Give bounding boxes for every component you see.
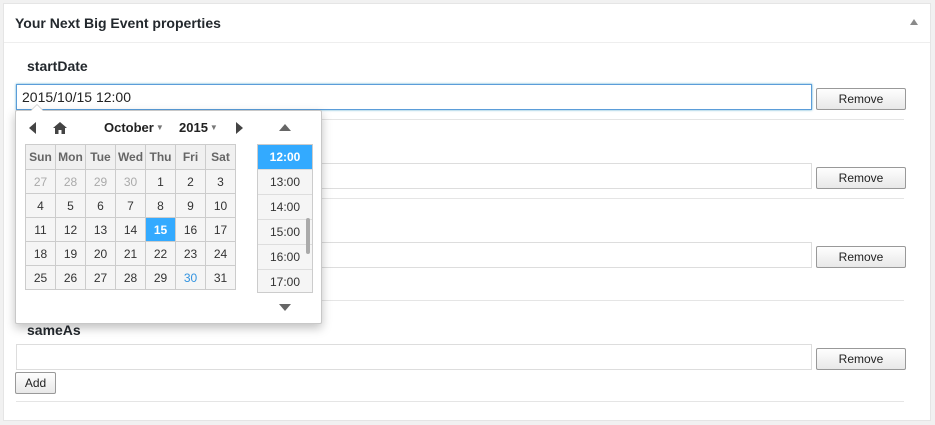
calendar-day[interactable]: 6 — [85, 193, 116, 218]
collapse-arrow-icon[interactable] — [910, 19, 918, 25]
weekday-header: Wed — [115, 144, 146, 170]
time-option-selected[interactable]: 12:00 — [258, 145, 312, 170]
week-row: 11 12 13 14 15 16 17 — [25, 217, 236, 242]
calendar-day[interactable]: 4 — [25, 193, 56, 218]
week-row: 4 5 6 7 8 9 10 — [25, 193, 236, 218]
week-row: 25 26 27 28 29 30 31 — [25, 265, 236, 290]
calendar-day-today[interactable]: 30 — [175, 265, 206, 290]
prev-month-icon[interactable] — [29, 122, 36, 134]
calendar-day[interactable]: 5 — [55, 193, 86, 218]
panel-title: Your Next Big Event properties — [15, 15, 221, 31]
week-row: 18 19 20 21 22 23 24 — [25, 241, 236, 266]
calendar-grid: Sun Mon Tue Wed Thu Fri Sat 27 28 29 30 … — [25, 144, 236, 290]
calendar-day[interactable]: 10 — [205, 193, 236, 218]
home-icon[interactable] — [53, 122, 67, 134]
calendar-day[interactable]: 31 — [205, 265, 236, 290]
next-month-icon[interactable] — [236, 122, 243, 134]
calendar-day[interactable]: 29 — [145, 265, 176, 290]
time-scrollbar[interactable] — [306, 218, 310, 254]
calendar-day[interactable]: 25 — [25, 265, 56, 290]
year-select[interactable]: 2015 ▼ — [179, 120, 218, 135]
calendar-day[interactable]: 23 — [175, 241, 206, 266]
calendar-day[interactable]: 11 — [25, 217, 56, 242]
chevron-down-icon: ▼ — [209, 123, 218, 132]
time-scroll-up-icon[interactable] — [279, 124, 291, 131]
calendar-day[interactable]: 7 — [115, 193, 146, 218]
weekday-header: Sat — [205, 144, 236, 170]
calendar-day[interactable]: 21 — [115, 241, 146, 266]
chevron-down-icon: ▼ — [155, 123, 164, 132]
calendar-day-selected[interactable]: 15 — [145, 217, 176, 242]
calendar-day[interactable]: 28 — [55, 169, 86, 194]
weekday-header: Sun — [25, 144, 56, 170]
sameas-remove-button[interactable]: Remove — [816, 348, 906, 370]
calendar-day[interactable]: 3 — [205, 169, 236, 194]
startdate-remove-button[interactable]: Remove — [816, 88, 906, 110]
calendar-day[interactable]: 18 — [25, 241, 56, 266]
weekday-row: Sun Mon Tue Wed Thu Fri Sat — [25, 144, 236, 170]
time-option[interactable]: 16:00 — [258, 245, 312, 270]
weekday-header: Mon — [55, 144, 86, 170]
calendar-day[interactable]: 16 — [175, 217, 206, 242]
divider — [16, 401, 904, 402]
calendar-day[interactable]: 30 — [115, 169, 146, 194]
time-option[interactable]: 14:00 — [258, 195, 312, 220]
datetime-picker: October ▼ 2015 ▼ Sun Mon Tue Wed Thu Fri S… — [15, 104, 322, 324]
calendar-day[interactable]: 22 — [145, 241, 176, 266]
calendar-day[interactable]: 24 — [205, 241, 236, 266]
add-button[interactable]: Add — [15, 372, 56, 394]
time-option[interactable]: 17:00 — [258, 270, 312, 292]
year-label: 2015 — [179, 120, 208, 135]
calendar-day[interactable]: 2 — [175, 169, 206, 194]
time-list[interactable]: 12:00 13:00 14:00 15:00 16:00 17:00 — [257, 144, 313, 293]
calendar-day[interactable]: 8 — [145, 193, 176, 218]
calendar-day[interactable]: 1 — [145, 169, 176, 194]
calendar-day[interactable]: 13 — [85, 217, 116, 242]
row2-remove-button[interactable]: Remove — [816, 167, 906, 189]
sameas-label: sameAs — [27, 322, 81, 338]
startdate-input[interactable] — [16, 84, 812, 110]
calendar-day[interactable]: 12 — [55, 217, 86, 242]
week-row: 27 28 29 30 1 2 3 — [25, 169, 236, 194]
panel-header[interactable]: Your Next Big Event properties — [4, 4, 930, 43]
calendar-day[interactable]: 14 — [115, 217, 146, 242]
calendar-day[interactable]: 29 — [85, 169, 116, 194]
calendar-day[interactable]: 27 — [85, 265, 116, 290]
calendar-day[interactable]: 20 — [85, 241, 116, 266]
calendar-day[interactable]: 28 — [115, 265, 146, 290]
calendar-day[interactable]: 27 — [25, 169, 56, 194]
time-option[interactable]: 13:00 — [258, 170, 312, 195]
time-option[interactable]: 15:00 — [258, 220, 312, 245]
calendar-day[interactable]: 9 — [175, 193, 206, 218]
calendar-day[interactable]: 26 — [55, 265, 86, 290]
weekday-header: Tue — [85, 144, 116, 170]
weekday-header: Fri — [175, 144, 206, 170]
row3-remove-button[interactable]: Remove — [816, 246, 906, 268]
month-label: October — [104, 120, 154, 135]
month-select[interactable]: October ▼ — [104, 120, 164, 135]
sameas-input[interactable] — [16, 344, 812, 370]
startdate-label: startDate — [27, 58, 88, 74]
weekday-header: Thu — [145, 144, 176, 170]
time-scroll-down-icon[interactable] — [279, 304, 291, 311]
calendar-day[interactable]: 19 — [55, 241, 86, 266]
calendar-day[interactable]: 17 — [205, 217, 236, 242]
